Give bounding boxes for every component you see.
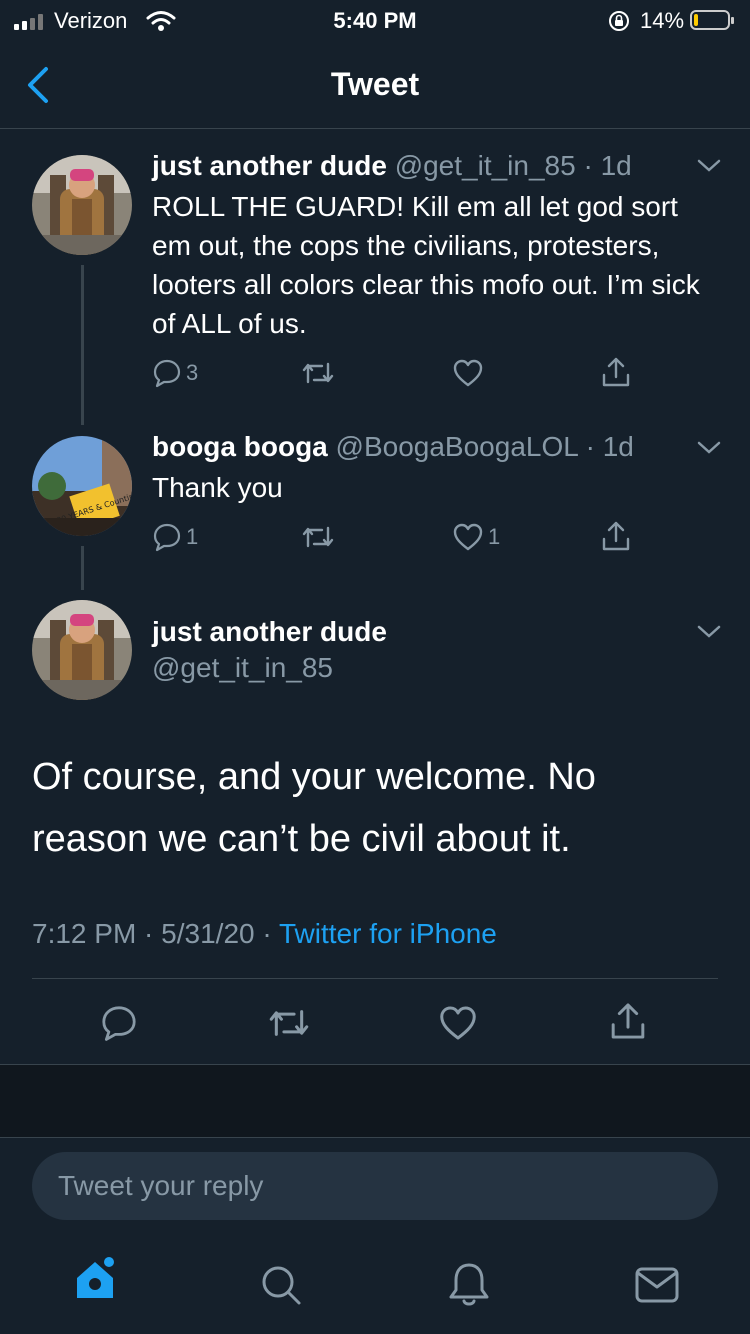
heart-icon <box>453 523 483 551</box>
reply-count: 1 <box>186 524 199 549</box>
tweet-age: 1d <box>600 150 632 181</box>
like-count: 1 <box>488 524 501 549</box>
share-button[interactable] <box>608 1000 648 1042</box>
tab-messages[interactable] <box>634 1266 680 1304</box>
avatar[interactable]: 400 YEARS & Counting <box>32 436 132 536</box>
like-button[interactable] <box>452 358 484 388</box>
like-button[interactable] <box>438 1004 478 1042</box>
separator-dot: · <box>575 150 601 181</box>
nav-bar: Tweet <box>0 40 750 129</box>
chevron-down-icon[interactable] <box>696 434 722 460</box>
handle[interactable]: @get_it_in_85 <box>395 150 576 181</box>
tab-bar <box>0 1236 750 1334</box>
chevron-down-icon[interactable] <box>696 152 722 178</box>
separator-dot: · <box>254 918 279 949</box>
handle[interactable]: @BoogaBoogaLOL <box>336 431 578 462</box>
status-bar: Verizon 5:40 PM 14% <box>0 0 750 40</box>
avatar[interactable] <box>32 155 132 255</box>
battery-icon <box>690 10 736 32</box>
retweet-icon <box>302 362 334 384</box>
rotation-lock-icon <box>608 10 630 37</box>
reply-button[interactable] <box>100 1004 138 1042</box>
share-button[interactable] <box>600 355 632 389</box>
tweet-meta: 7:12 PM · 5/31/20 · Twitter for iPhone <box>32 918 497 950</box>
heart-icon <box>440 1006 476 1040</box>
display-name[interactable]: just another dude <box>152 616 387 648</box>
notifications-icon <box>449 1263 489 1306</box>
messages-icon <box>635 1267 679 1303</box>
tweet-time: 7:12 PM <box>32 918 137 949</box>
tab-notifications[interactable] <box>446 1260 492 1308</box>
home-icon <box>77 1257 114 1298</box>
separator-dot: · <box>136 918 162 949</box>
reply-icon <box>153 523 181 552</box>
tweet-source-link[interactable]: Twitter for iPhone <box>279 918 497 949</box>
search-icon <box>262 1266 301 1305</box>
reply-count: 3 <box>186 360 199 385</box>
reply-button[interactable]: 3 <box>152 358 198 388</box>
tab-search[interactable] <box>258 1262 304 1308</box>
retweet-icon <box>269 1010 309 1036</box>
chevron-down-icon[interactable] <box>696 618 722 644</box>
handle[interactable]: @get_it_in_85 <box>152 652 333 684</box>
share-icon <box>611 1003 645 1039</box>
retweet-button[interactable] <box>300 358 336 388</box>
tweet-age: 1d <box>602 431 634 462</box>
display-name[interactable]: just another dude <box>152 150 387 181</box>
tweet-header: booga booga @BoogaBoogaLOL · 1d <box>152 431 634 463</box>
tweet-date: 5/31/20 <box>161 918 255 949</box>
page-title: Tweet <box>330 66 420 102</box>
divider <box>32 978 718 979</box>
clock-label: 5:40 PM <box>333 8 417 33</box>
thread-line <box>81 546 84 590</box>
tweet-text: ROLL THE GUARD! Kill em all let god sort… <box>152 191 700 339</box>
tweet-text: Of course, and your welcome. No reason w… <box>32 756 596 860</box>
display-name[interactable]: booga booga <box>152 431 328 462</box>
separator-dot: · <box>577 431 603 462</box>
reply-icon <box>102 1006 136 1041</box>
tweet-text: Thank you <box>152 472 283 503</box>
heart-icon <box>453 359 483 387</box>
retweet-icon <box>302 526 334 548</box>
like-button[interactable]: 1 <box>452 522 500 552</box>
reply-input[interactable]: Tweet your reply <box>32 1152 718 1220</box>
retweet-button[interactable] <box>266 1004 312 1042</box>
reply-button[interactable]: 1 <box>152 522 198 552</box>
thread-line <box>81 265 84 425</box>
avatar[interactable] <box>32 600 132 700</box>
tab-home[interactable] <box>72 1254 122 1304</box>
share-icon <box>602 357 630 387</box>
battery-percent-label: 14% <box>640 8 685 33</box>
retweet-button[interactable] <box>300 522 336 552</box>
share-icon <box>602 521 630 551</box>
share-button[interactable] <box>600 519 632 553</box>
reply-icon <box>153 359 181 388</box>
tweet-header: just another dude @get_it_in_85 · 1d <box>152 150 632 182</box>
empty-area <box>0 1064 750 1138</box>
